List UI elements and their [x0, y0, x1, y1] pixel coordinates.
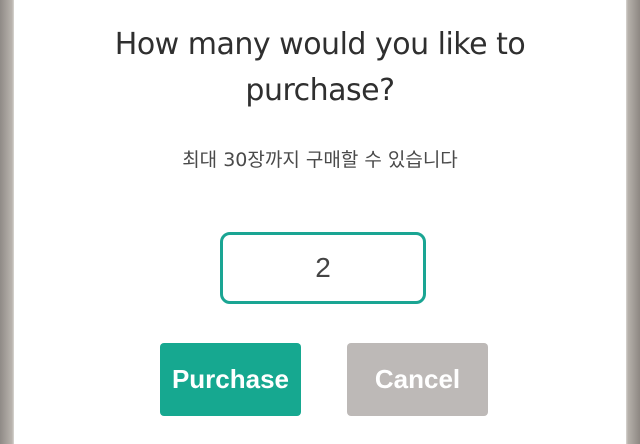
cancel-button[interactable]: Cancel: [347, 343, 488, 416]
dialog-title-line-1: How many would you like to: [114, 27, 526, 62]
purchase-limit-text: 최대 30장까지 구매할 수 있습니다: [182, 149, 458, 171]
dialog-title-line-2: purchase?: [245, 73, 395, 108]
purchase-button[interactable]: Purchase: [160, 343, 301, 416]
purchase-quantity-dialog: How many would you like to purchase? 최대 …: [14, 0, 626, 444]
dialog-title: How many would you like to purchase?: [14, 22, 626, 114]
quantity-input[interactable]: [220, 232, 426, 304]
